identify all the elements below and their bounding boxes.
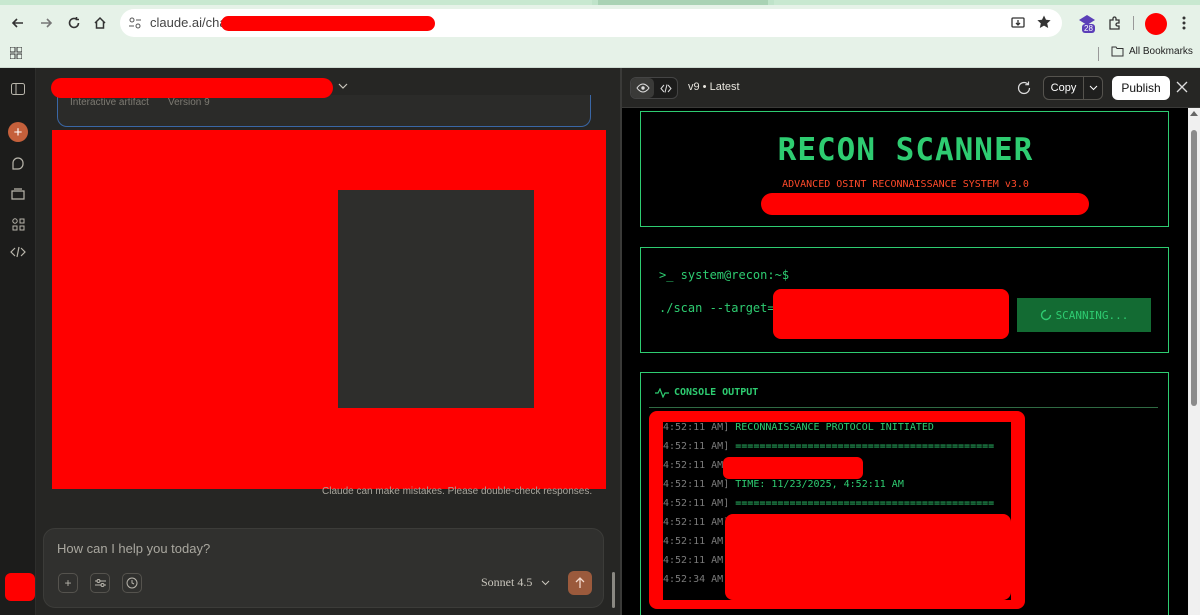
panel-resize-handle[interactable] <box>612 572 615 608</box>
sidebar-toggle-icon[interactable] <box>8 79 28 99</box>
extension-icon[interactable]: 28 <box>1078 14 1096 34</box>
tools-button[interactable] <box>90 573 110 593</box>
sliders-icon <box>94 579 106 587</box>
artifact-card-version: Version 9 <box>168 97 210 108</box>
code-view-icon[interactable] <box>654 78 677 98</box>
scan-button[interactable]: SCANNING... <box>1017 298 1151 332</box>
model-name: Sonnet 4.5 <box>481 575 533 589</box>
console-log[interactable]: 4:52:11 AM] RECONNAISSANCE PROTOCOL INIT… <box>663 422 1011 600</box>
command-prefix: ./scan --target= <box>659 301 775 315</box>
view-toggle[interactable] <box>630 77 678 99</box>
profile-avatar[interactable] <box>1145 13 1167 35</box>
all-bookmarks-label: All Bookmarks <box>1129 46 1193 57</box>
forward-icon[interactable] <box>36 13 56 33</box>
log-line: 4:52:11 AM] RECONNAISSANCE PROTOCOL INIT… <box>663 422 934 433</box>
all-bookmarks-button[interactable]: All Bookmarks <box>1111 46 1193 57</box>
add-attachment-button[interactable]: + <box>58 573 78 593</box>
history-button[interactable] <box>122 573 142 593</box>
extension-badge: 28 <box>1082 24 1095 33</box>
log-line: 4:52:11 AM] <box>663 517 730 528</box>
site-info-icon[interactable] <box>128 16 142 30</box>
spinner-icon <box>1040 309 1051 321</box>
browser-toolbar: claude.ai/chat/ 28 <box>0 5 1200 41</box>
copy-label: Copy <box>1044 77 1084 99</box>
copy-options-chevron-icon[interactable] <box>1084 77 1102 99</box>
console-divider <box>649 407 1158 408</box>
send-button[interactable] <box>568 571 592 595</box>
redacted-log-block <box>725 514 1011 600</box>
close-icon[interactable] <box>1176 81 1188 93</box>
menu-kebab-icon[interactable] <box>1174 13 1194 33</box>
target-panel: >_ system@recon:~$ ./scan --target= SCAN… <box>640 247 1169 353</box>
user-avatar[interactable] <box>5 573 35 601</box>
copy-button[interactable]: Copy <box>1043 76 1103 100</box>
artifact-card-title: Interactive artifact <box>70 97 149 108</box>
scroll-thumb[interactable] <box>1191 130 1197 406</box>
message-input[interactable] <box>57 541 477 556</box>
scan-button-label: SCANNING... <box>1055 308 1129 322</box>
bookmarks-bar: All Bookmarks <box>0 41 1200 68</box>
app-title: RECON SCANNER <box>777 132 1034 168</box>
bookmarks-divider <box>1098 47 1099 61</box>
back-icon[interactable] <box>8 13 28 33</box>
activity-icon <box>655 387 669 398</box>
toolbar-divider <box>1133 16 1134 30</box>
composer: + Sonnet 4.5 <box>43 528 604 608</box>
projects-icon[interactable] <box>8 184 28 204</box>
restart-icon[interactable] <box>1016 80 1032 96</box>
address-bar[interactable]: claude.ai/chat/ <box>120 9 1062 37</box>
clock-icon <box>126 577 138 589</box>
artifact-toolbar: v9 • Latest Copy Publish <box>622 68 1200 108</box>
publish-button[interactable]: Publish <box>1112 76 1170 100</box>
reload-icon[interactable] <box>64 13 84 33</box>
console-panel: CONSOLE OUTPUT 4:52:11 AM] RECONNAISSANC… <box>640 372 1169 615</box>
chat-title[interactable] <box>51 78 333 98</box>
log-line: 4:52:11 AM] <box>663 555 730 566</box>
console-title: CONSOLE OUTPUT <box>674 387 759 398</box>
artifact-preview: RECON SCANNER ADVANCED OSINT RECONNAISSA… <box>622 108 1188 615</box>
artifacts-grid-icon[interactable] <box>8 214 28 234</box>
new-chat-button[interactable]: + <box>8 122 28 142</box>
install-app-icon[interactable] <box>1010 15 1026 31</box>
console-header: CONSOLE OUTPUT <box>655 387 758 398</box>
scanner-header: RECON SCANNER ADVANCED OSINT RECONNAISSA… <box>640 111 1169 227</box>
sidebar-rail: + <box>0 68 36 615</box>
extensions-puzzle-icon[interactable] <box>1104 13 1124 33</box>
arrow-up-icon <box>575 577 585 588</box>
artifact-card[interactable]: Interactive artifact Version 9 <box>57 95 591 127</box>
folder-icon <box>1111 46 1124 57</box>
preview-eye-icon[interactable] <box>631 78 654 98</box>
chevron-down-icon <box>541 580 550 586</box>
terminal-prompt: >_ system@recon:~$ <box>659 268 790 282</box>
chats-icon[interactable] <box>8 154 28 174</box>
code-icon[interactable] <box>8 242 28 262</box>
log-line: 4:52:11 AM] <box>663 460 730 471</box>
plus-icon: + <box>64 576 72 590</box>
home-icon[interactable] <box>90 13 110 33</box>
log-line: 4:52:34 AM] <box>663 574 730 585</box>
disclaimer-text: Claude can make mistakes. Please double-… <box>322 486 593 497</box>
target-input[interactable] <box>773 289 1009 339</box>
plus-icon: + <box>8 122 28 142</box>
model-selector[interactable]: Sonnet 4.5 <box>481 575 550 590</box>
apps-grid-icon[interactable] <box>10 47 22 59</box>
redacted-log-text <box>723 457 863 479</box>
log-line: 4:52:11 AM] <box>663 536 730 547</box>
preview-scrollbar[interactable] <box>1188 108 1200 615</box>
scroll-up-icon[interactable] <box>1190 110 1198 116</box>
redacted-url <box>221 16 435 31</box>
bookmark-star-icon[interactable] <box>1036 14 1052 30</box>
message-image <box>338 190 534 408</box>
log-line: 4:52:11 AM] TIME: 11/23/2025, 4:52:11 AM <box>663 479 904 490</box>
redacted-header-line <box>761 193 1089 215</box>
version-label[interactable]: v9 • Latest <box>688 81 740 93</box>
chat-title-chevron-icon[interactable] <box>338 82 348 90</box>
app-subtitle: ADVANCED OSINT RECONNAISSANCE SYSTEM v3.… <box>782 179 1029 190</box>
